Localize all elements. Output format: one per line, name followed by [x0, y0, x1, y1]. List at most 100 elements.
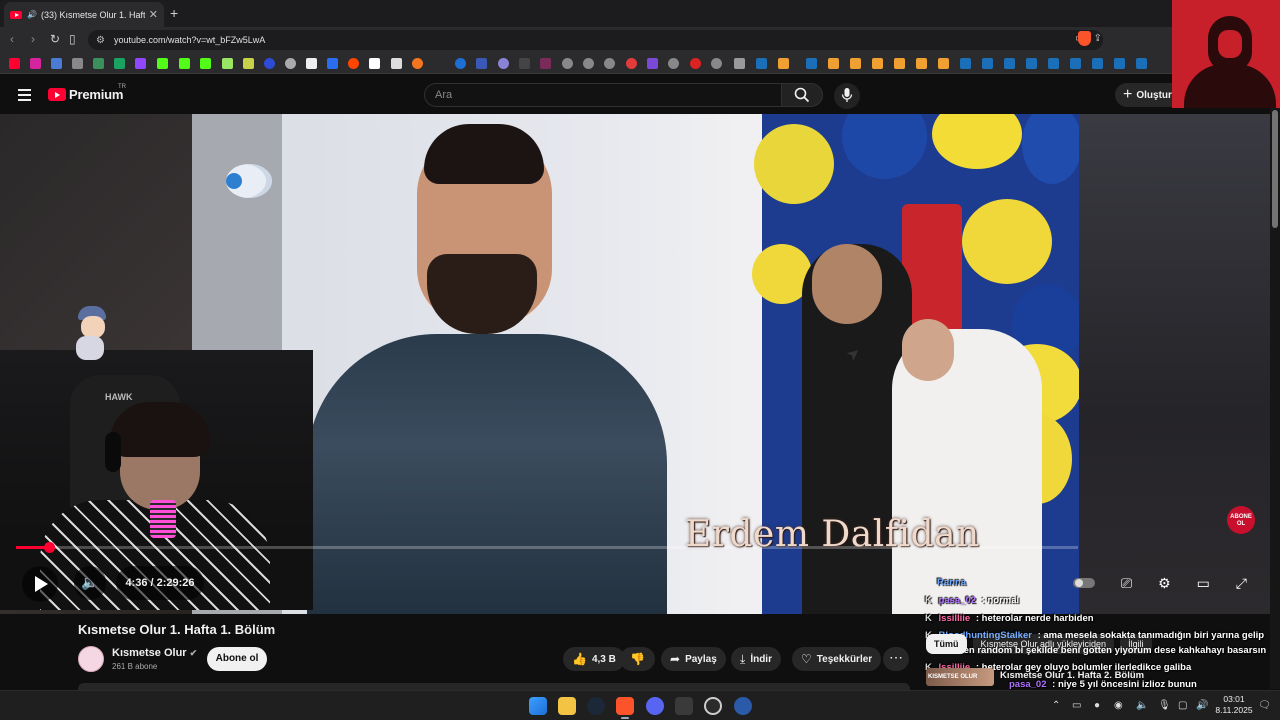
- forward-icon[interactable]: ›: [31, 32, 35, 46]
- brave-shield-icon[interactable]: [1078, 31, 1091, 46]
- chip-from-uploader[interactable]: Kısmetse Olur adlı yükleyiciden: [972, 634, 1115, 654]
- like-button[interactable]: 👍 4,3 B: [563, 647, 625, 671]
- bookmark-reddit-icon[interactable]: [348, 58, 359, 69]
- browser-tab-active[interactable]: 🔊 (33) Kısmetse Olur 1. Hafta 1. Bölüm -…: [4, 2, 164, 27]
- menu-icon[interactable]: [18, 89, 31, 104]
- voice-search-button[interactable]: [834, 83, 860, 109]
- bookmark-app16-icon[interactable]: [872, 58, 883, 69]
- battle-net-icon[interactable]: [734, 697, 752, 715]
- bookmark-app5-icon[interactable]: [455, 58, 466, 69]
- tray-volume-icon[interactable]: 🔊: [1196, 700, 1208, 711]
- related-title[interactable]: Kısmetse Olur 1. Hafta 2. Bölüm: [1000, 670, 1144, 681]
- bookmark-steam3-icon[interactable]: [960, 58, 971, 69]
- bookmark-instagram-icon[interactable]: [30, 58, 41, 69]
- bookmark-globe4-icon[interactable]: [604, 58, 615, 69]
- bookmark-app19-icon[interactable]: [938, 58, 949, 69]
- bookmark-globe5-icon[interactable]: [668, 58, 679, 69]
- bookmark-steam2-icon[interactable]: [806, 58, 817, 69]
- video-player[interactable]: Erdem Dalfidan ➤ HAWK ABONE OL 🔈 4:36 / …: [0, 114, 1280, 614]
- bookmark-globe2-icon[interactable]: [562, 58, 573, 69]
- bookmark-steam6-icon[interactable]: [1026, 58, 1037, 69]
- channel-name[interactable]: Kısmetse Olur ✔: [112, 647, 197, 659]
- close-tab-icon[interactable]: ✕: [149, 8, 158, 21]
- bookmark-download-icon[interactable]: [264, 58, 275, 69]
- discord-icon[interactable]: [646, 697, 664, 715]
- share-button[interactable]: ➦ Paylaş: [661, 647, 726, 671]
- new-tab-button[interactable]: +: [170, 5, 178, 21]
- steam-icon[interactable]: [587, 697, 605, 715]
- bookmark-app9-icon[interactable]: [540, 58, 551, 69]
- bookmark-app14-icon[interactable]: [828, 58, 839, 69]
- back-icon[interactable]: ‹: [10, 32, 14, 46]
- brave-icon[interactable]: [616, 697, 634, 715]
- search-input[interactable]: Ara: [424, 83, 782, 107]
- bookmark-twitch-icon[interactable]: [135, 58, 146, 69]
- bookmark-openai-icon[interactable]: [285, 58, 296, 69]
- bookmark-kick-icon[interactable]: [157, 58, 168, 69]
- bookmark-kick3-icon[interactable]: [200, 58, 211, 69]
- tray-app-icon[interactable]: ▭: [1072, 700, 1081, 711]
- subscribe-button[interactable]: Abone ol: [207, 647, 267, 671]
- bookmark-app8-icon[interactable]: [519, 58, 530, 69]
- obs-icon[interactable]: [704, 697, 722, 715]
- bookmark-steam9-icon[interactable]: [1092, 58, 1103, 69]
- page-scrollbar-thumb[interactable]: [1272, 110, 1278, 228]
- file-explorer-icon[interactable]: [558, 697, 576, 715]
- bookmark-steam11-icon[interactable]: [1136, 58, 1147, 69]
- bookmark-steam7-icon[interactable]: [1048, 58, 1059, 69]
- bookmark-amazon-icon[interactable]: [391, 58, 402, 69]
- bookmark-icon[interactable]: ▯: [69, 32, 76, 46]
- bookmark-steam4-icon[interactable]: [982, 58, 993, 69]
- bookmark-app12-icon[interactable]: [690, 58, 701, 69]
- bookmark-app-icon[interactable]: [222, 58, 233, 69]
- share-icon[interactable]: ⇪: [1094, 33, 1102, 44]
- app-icon[interactable]: [675, 697, 693, 715]
- audio-playing-icon[interactable]: 🔊: [27, 10, 37, 19]
- start-icon[interactable]: [529, 697, 547, 715]
- fullscreen-icon[interactable]: ⤢: [1236, 575, 1247, 592]
- tray-overflow-icon[interactable]: ⌃: [1052, 700, 1060, 711]
- bookmark-steam5-icon[interactable]: [1004, 58, 1015, 69]
- more-actions-button[interactable]: ⋯: [883, 647, 909, 671]
- subtitles-icon[interactable]: ⎚: [1121, 575, 1132, 592]
- bookmark-app2-icon[interactable]: [243, 58, 254, 69]
- channel-avatar[interactable]: [78, 646, 104, 672]
- bookmark-page-icon[interactable]: [51, 58, 62, 69]
- bookmark-app7-icon[interactable]: [498, 58, 509, 69]
- bookmark-p-icon[interactable]: [369, 58, 380, 69]
- theater-mode-icon[interactable]: ▭: [1197, 575, 1210, 592]
- tray-mic-icon[interactable]: 🎙: [1158, 700, 1171, 711]
- tray-speaker-icon[interactable]: 🔈: [1136, 700, 1148, 711]
- bookmark-app10-icon[interactable]: [626, 58, 637, 69]
- progress-scrubber[interactable]: [43, 542, 55, 553]
- bookmark-app11-icon[interactable]: [647, 58, 658, 69]
- reload-icon[interactable]: ↻: [50, 32, 60, 46]
- bookmark-globe3-icon[interactable]: [583, 58, 594, 69]
- bookmark-maps-icon[interactable]: [93, 58, 104, 69]
- site-info-icon[interactable]: ⚙: [96, 35, 105, 46]
- bookmark-app4-icon[interactable]: [412, 58, 423, 69]
- bookmark-steam10-icon[interactable]: [1114, 58, 1125, 69]
- chip-related[interactable]: İlgili: [1120, 634, 1152, 654]
- tray-steam-icon[interactable]: ◉: [1114, 700, 1123, 711]
- bookmark-steam8-icon[interactable]: [1070, 58, 1081, 69]
- youtube-logo[interactable]: Premium TR: [48, 84, 126, 102]
- bookmark-globe6-icon[interactable]: [711, 58, 722, 69]
- play-button[interactable]: [22, 566, 58, 602]
- chip-all[interactable]: Tümü: [926, 634, 967, 654]
- tray-app2-icon[interactable]: ●: [1094, 700, 1100, 711]
- related-thumbnail[interactable]: KISMETSE OLUR: [926, 668, 994, 686]
- tray-network-icon[interactable]: ▢: [1178, 700, 1187, 711]
- url-field[interactable]: ⚙ youtube.com/watch?v=wt_bFZw5LwA: [88, 30, 1103, 50]
- volume-button[interactable]: 🔈: [74, 566, 106, 600]
- bookmark-folder-icon[interactable]: [734, 58, 745, 69]
- bookmark-app6-icon[interactable]: [476, 58, 487, 69]
- bookmark-app13-icon[interactable]: [778, 58, 789, 69]
- settings-icon[interactable]: ⚙: [1158, 575, 1171, 592]
- bookmark-youtube-icon[interactable]: [9, 58, 20, 69]
- dislike-button[interactable]: 👎: [620, 647, 655, 671]
- bookmark-steam-icon[interactable]: [756, 58, 767, 69]
- bookmark-app17-icon[interactable]: [894, 58, 905, 69]
- bookmark-app3-icon[interactable]: [327, 58, 338, 69]
- clock[interactable]: 03:01 8.11.2025: [1214, 694, 1254, 716]
